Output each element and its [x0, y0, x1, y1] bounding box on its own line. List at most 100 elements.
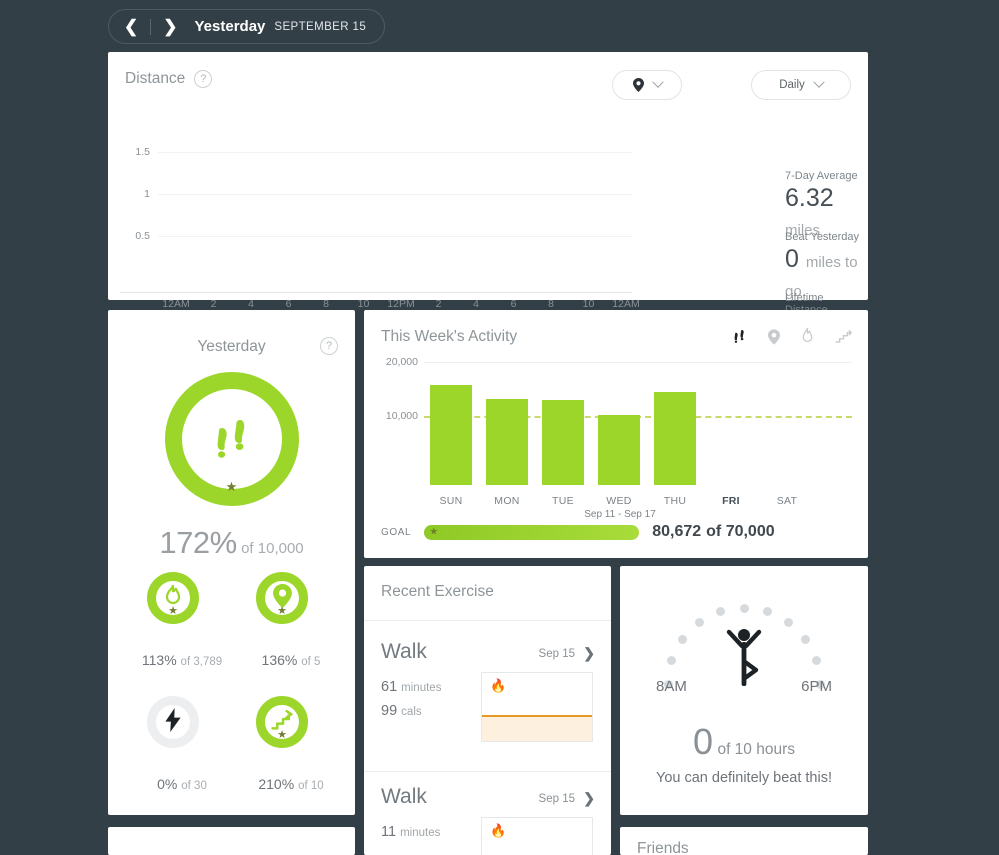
help-icon[interactable]: ?: [194, 70, 213, 88]
x-tick-label: 4: [473, 298, 479, 310]
goal-star-icon: ★: [225, 479, 238, 494]
dashboard-page: ❮ ❯ Yesterday SEPTEMBER 15 Distance ? Da…: [0, 0, 999, 855]
bar[interactable]: [654, 392, 696, 485]
date-full-label: SEPTEMBER 15: [274, 20, 367, 33]
bar[interactable]: [430, 385, 472, 485]
stat-label: 7-Day Average: [785, 170, 858, 182]
x-tick-label: 8: [548, 298, 554, 310]
exercise-name: Walk: [381, 785, 427, 808]
date-range-label: Sep 11 - Sep 17: [584, 509, 656, 520]
x-tick-label: 2: [210, 298, 217, 310]
range-filter-dropdown[interactable]: Daily: [751, 70, 851, 100]
flame-icon: 🔥: [490, 823, 507, 838]
exercise-calories: 99 cals: [381, 703, 422, 719]
chevron-right-icon[interactable]: ❯: [160, 18, 180, 35]
hourly-target: of 10 hours: [717, 741, 796, 758]
metric-ring-circle: ★: [256, 572, 308, 624]
gridline: [158, 152, 632, 153]
date-day-label: Yesterday: [194, 18, 266, 35]
steps-ring[interactable]: ★: [164, 372, 299, 506]
exercise-thumbnail[interactable]: 🔥: [481, 672, 593, 742]
metric-ring-lightning[interactable]: 0% of 30: [147, 696, 207, 792]
location-pin-icon: [632, 78, 644, 92]
y-tick-label: 0.5: [135, 230, 150, 242]
hourly-value: 0: [692, 721, 713, 762]
metric-percent: 0%: [157, 776, 178, 792]
bar[interactable]: [486, 398, 528, 485]
exercise-date: Sep 15: [538, 648, 575, 660]
metric-ring-location-pin[interactable]: ★ 136% of 5: [256, 572, 320, 668]
hourly-dot: [800, 634, 810, 644]
date-navigation[interactable]: ❮ ❯ Yesterday SEPTEMBER 15: [108, 9, 386, 44]
distance-header: Distance ?: [125, 70, 213, 88]
help-icon[interactable]: ?: [320, 337, 338, 355]
range-filter-label: Daily: [779, 79, 805, 91]
steps-ring-circle: ★: [164, 372, 299, 506]
bar-day-label: THU: [663, 495, 687, 507]
metric-ring-label: 113% of 3,789: [142, 652, 222, 668]
goal-star-icon: ★: [168, 605, 178, 617]
location-pin-icon[interactable]: [768, 328, 780, 350]
metric-goal: of 10: [298, 780, 324, 792]
y-tick-label: 1.5: [135, 146, 150, 158]
hourly-dot: [694, 618, 704, 627]
lightning-icon: [165, 707, 181, 737]
y-tick-label: 1: [144, 188, 150, 200]
divider: [364, 771, 611, 772]
gridline: [158, 194, 632, 195]
x-tick-label: 2: [435, 298, 442, 310]
bar-day-label: TUE: [552, 495, 574, 507]
hourly-dot: [667, 656, 677, 665]
metric-ring-label: 0% of 30: [157, 776, 207, 792]
hourly-dot: [784, 618, 794, 627]
left-bottom-card: [108, 827, 355, 855]
y-tick-label: 10,000: [385, 410, 418, 422]
steps-percent-line: 172% of 10,000: [108, 525, 355, 561]
chevron-down-icon: [813, 76, 825, 88]
divider: [150, 18, 152, 35]
recent-exercise-card: Recent Exercise Walk Sep 15 ❯ 61 minutes 99 …: [364, 566, 611, 855]
goal-star-icon: ★: [429, 526, 439, 538]
metric-goal: of 3,789: [180, 656, 223, 668]
bar[interactable]: [542, 400, 584, 485]
steps-goal: of 10,000: [241, 540, 304, 557]
metric-percent: 113%: [141, 652, 177, 668]
distance-card: Distance ? Daily 1.5 1 0.5 12AM 2 4 6 8 10 12P…: [108, 52, 868, 373]
x-tick-label: 12PM: [387, 298, 415, 310]
hourly-value-line: 0 of 10 hours: [620, 721, 868, 763]
x-tick-label: 8: [323, 298, 329, 310]
x-tick-label: 12AM: [162, 298, 190, 310]
x-tick-label: 6: [285, 298, 292, 310]
metric-ring-flame[interactable]: ★ 113% of 3,789: [142, 572, 222, 668]
stat-label: Beat Yesterday: [785, 231, 860, 243]
chevron-right-icon[interactable]: ❯: [583, 790, 595, 807]
hourly-dot: [762, 607, 772, 617]
chevron-right-icon[interactable]: ❯: [583, 645, 595, 662]
metric-ring-stairs[interactable]: ★ 210% of 10: [256, 696, 324, 792]
page-title: Distance: [125, 70, 186, 87]
x-tick-label: 10: [357, 298, 370, 310]
stairs-icon[interactable]: [835, 329, 853, 349]
bar-day-label: SUN: [439, 495, 463, 507]
goal-progress-fill: ★: [424, 524, 640, 540]
distance-chart: 1.5 1 0.5 12AM 2 4 6 8 10 12PM 2 4 6 8 10 12AM: [120, 146, 640, 310]
goal-star-icon: ★: [277, 605, 287, 617]
hourly-activity-card: 8AM 6PM 0 of 10 hours You can definitely…: [620, 566, 868, 815]
bar-day-label: MON: [494, 495, 520, 507]
metric-percent: 210%: [258, 776, 295, 792]
metric-ring-label: 136% of 5: [262, 652, 321, 668]
x-tick-label: 12AM: [612, 298, 640, 310]
yesterday-title: Yesterday: [197, 338, 266, 355]
y-tick-label: 20,000: [385, 356, 418, 368]
footprints-icon[interactable]: [731, 328, 748, 350]
goal-label: GOAL: [381, 526, 412, 538]
exercise-thumbnail[interactable]: 🔥: [481, 817, 593, 855]
hourly-dot: [739, 603, 749, 613]
chevron-left-icon[interactable]: ❮: [121, 18, 141, 35]
location-filter-dropdown[interactable]: [612, 70, 682, 100]
hourly-dot: [716, 607, 725, 617]
recent-exercise-title: Recent Exercise: [381, 583, 494, 600]
flame-icon[interactable]: [800, 327, 815, 350]
bar-day-label: SAT: [776, 495, 798, 507]
bar[interactable]: [598, 414, 640, 485]
